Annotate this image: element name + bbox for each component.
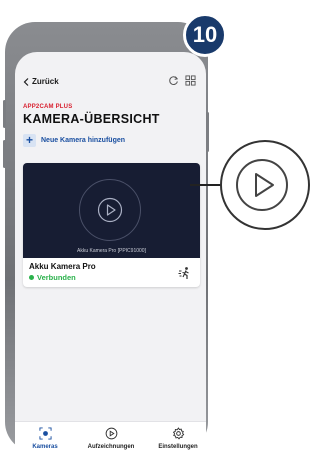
back-label: Zurück bbox=[32, 77, 59, 86]
brand-label: APP2CAM PLUS bbox=[23, 104, 73, 110]
page-title: KAMERA-ÜBERSICHT bbox=[23, 112, 160, 126]
camera-preview[interactable]: Akku Kamera Pro [PPIC91000] bbox=[23, 163, 200, 258]
play-icon[interactable] bbox=[97, 197, 123, 223]
phone-side-button bbox=[3, 100, 6, 128]
status-dot-icon bbox=[29, 275, 34, 280]
nav-label-cameras: Kameras bbox=[32, 444, 58, 450]
back-button[interactable]: Zurück bbox=[23, 77, 59, 86]
nav-label-recordings: Aufzeichnungen bbox=[87, 444, 135, 450]
step-number-badge: 10 bbox=[183, 13, 227, 57]
bottom-navigation: Kameras Aufzeichnungen Einstellungen bbox=[15, 421, 206, 462]
grid-view-icon[interactable] bbox=[185, 75, 196, 86]
refresh-icon[interactable] bbox=[168, 75, 179, 86]
settings-gear-icon bbox=[172, 427, 184, 440]
plus-icon: + bbox=[23, 134, 36, 147]
phone-side-button bbox=[206, 112, 209, 152]
play-icon-zoomed bbox=[236, 159, 288, 211]
add-camera-button[interactable]: + Neue Kamera hinzufügen bbox=[23, 134, 125, 147]
camera-name: Akku Kamera Pro bbox=[29, 262, 96, 271]
app-screen: Zurück APP2CAM PLUS KAMERA-ÜBERSICHT + N… bbox=[15, 52, 206, 462]
preview-caption: Akku Kamera Pro [PPIC91000] bbox=[77, 248, 146, 254]
camera-icon bbox=[38, 427, 52, 440]
motion-detection-icon[interactable] bbox=[178, 266, 192, 280]
phone-frame: Zurück APP2CAM PLUS KAMERA-ÜBERSICHT + N… bbox=[3, 22, 209, 462]
chevron-left-icon bbox=[23, 77, 29, 86]
camera-card[interactable]: Akku Kamera Pro [PPIC91000] Akku Kamera … bbox=[23, 163, 200, 287]
status-badge: Verbunden bbox=[29, 273, 76, 282]
add-camera-label: Neue Kamera hinzufügen bbox=[41, 137, 126, 144]
status-label: Verbunden bbox=[37, 273, 76, 282]
nav-label-settings: Einstellungen bbox=[158, 444, 198, 450]
header-actions bbox=[168, 75, 196, 86]
play-circle-icon bbox=[105, 427, 117, 440]
phone-side-button bbox=[3, 140, 6, 168]
